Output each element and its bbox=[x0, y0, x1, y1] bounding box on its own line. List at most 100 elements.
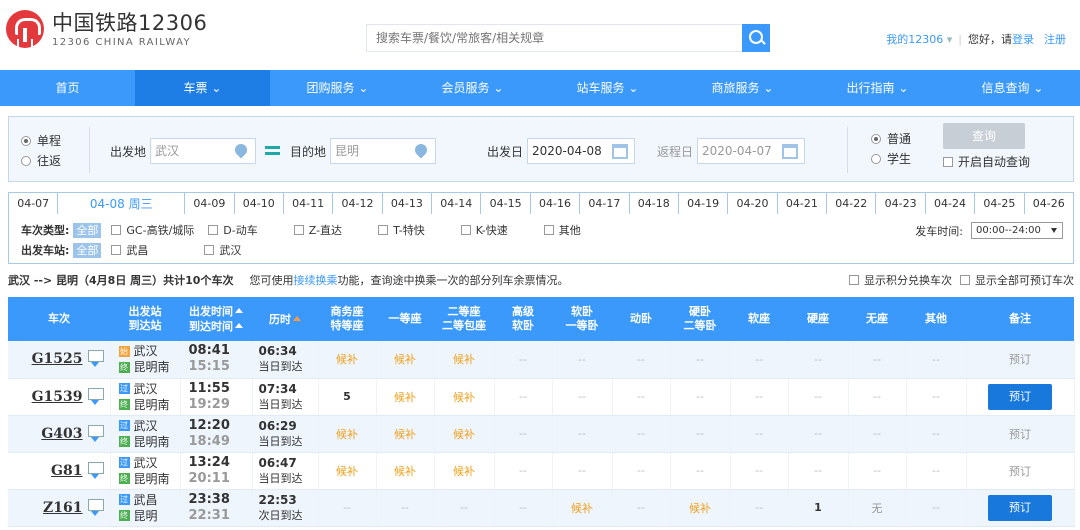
filter-all[interactable]: 全部 bbox=[73, 242, 102, 258]
filter-option[interactable]: D-动车 bbox=[208, 222, 258, 238]
date-tab[interactable]: 04-20 bbox=[728, 193, 778, 215]
seat-cell[interactable]: 候补 bbox=[670, 489, 731, 527]
seat-cell[interactable]: 候补 bbox=[376, 415, 435, 453]
sort-up-icon[interactable] bbox=[235, 319, 243, 328]
filter-option[interactable]: 武汉 bbox=[204, 242, 241, 258]
train-number-link[interactable]: G403 bbox=[41, 426, 82, 442]
train-info-icon[interactable] bbox=[87, 424, 104, 443]
depart-date-input[interactable]: 2020-04-08 bbox=[527, 138, 636, 164]
date-tab[interactable]: 04-11 bbox=[283, 193, 334, 215]
filter-option[interactable]: K-快速 bbox=[460, 222, 508, 238]
date-tab[interactable]: 04-25 bbox=[975, 193, 1025, 215]
filter-option[interactable]: GC-高铁/城际 bbox=[111, 222, 194, 238]
radio-icon[interactable] bbox=[871, 134, 881, 144]
time-select[interactable]: 00:00--24:00 bbox=[971, 222, 1063, 239]
nav-tickets[interactable]: 车票 ⌄ bbox=[135, 70, 270, 106]
seat-cell[interactable]: 候补 bbox=[376, 452, 435, 490]
date-tab[interactable]: 04-23 bbox=[876, 193, 926, 215]
swap-icon[interactable] bbox=[264, 144, 282, 158]
filter-all[interactable]: 全部 bbox=[73, 222, 102, 238]
train-type-filter: 车次类型: 全部 GC-高铁/城际 D-动车 Z-直达 T-特快 K-快速 其他 bbox=[21, 222, 581, 238]
seat-cell[interactable]: 候补 bbox=[434, 415, 495, 453]
search-input[interactable] bbox=[367, 25, 741, 51]
show-bookable-option[interactable]: 显示全部可预订车次 bbox=[960, 272, 1074, 288]
col-time[interactable]: 出发时间 到达时间 bbox=[180, 297, 252, 341]
radio-icon[interactable] bbox=[21, 156, 31, 166]
train-info-icon[interactable] bbox=[87, 498, 104, 517]
nav-group[interactable]: 团购服务 ⌄ bbox=[270, 70, 405, 106]
nav-home[interactable]: 首页 bbox=[0, 70, 135, 106]
note-cell: 预订 bbox=[966, 341, 1075, 379]
radio-icon[interactable] bbox=[871, 154, 881, 164]
transfer-link[interactable]: 接续换乘 bbox=[293, 272, 337, 288]
trip-oneway[interactable]: 单程 bbox=[21, 131, 61, 151]
login-link[interactable]: 登录 bbox=[1012, 33, 1034, 46]
date-tab[interactable]: 04-15 bbox=[481, 193, 531, 215]
seat-cell[interactable]: 候补 bbox=[318, 341, 377, 379]
seat-cell: -- bbox=[848, 341, 907, 379]
logo[interactable]: 中国铁路12306 12306 CHINA RAILWAY bbox=[6, 10, 207, 48]
nav-station[interactable]: 站车服务 ⌄ bbox=[540, 70, 675, 106]
train-number-link[interactable]: Z161 bbox=[43, 500, 82, 516]
filter-option[interactable]: 武昌 bbox=[111, 242, 148, 258]
my12306-link[interactable]: 我的12306 bbox=[886, 33, 943, 46]
filter-option[interactable]: T-特快 bbox=[378, 222, 425, 238]
train-info-icon[interactable] bbox=[87, 461, 104, 480]
seat-cell[interactable]: 候补 bbox=[434, 452, 495, 490]
seat-cell[interactable]: 候补 bbox=[376, 341, 435, 379]
seat-cell: -- bbox=[552, 341, 613, 379]
filter-option[interactable]: Z-直达 bbox=[293, 222, 342, 238]
to-input[interactable]: 昆明 bbox=[330, 138, 437, 164]
book-button[interactable]: 预订 bbox=[988, 494, 1052, 521]
calendar-icon[interactable] bbox=[612, 144, 629, 159]
date-tab[interactable]: 04-17 bbox=[580, 193, 630, 215]
seat-cell[interactable]: 候补 bbox=[434, 378, 495, 416]
search-icon[interactable] bbox=[742, 24, 770, 52]
train-number-link[interactable]: G81 bbox=[51, 463, 82, 479]
nav-info[interactable]: 信息查询 ⌄ bbox=[945, 70, 1080, 106]
trip-round[interactable]: 往返 bbox=[21, 151, 61, 171]
sort-up-icon[interactable] bbox=[293, 312, 301, 321]
date-tab[interactable]: 04-16 bbox=[530, 193, 581, 215]
seat-cell[interactable]: 候补 bbox=[318, 415, 377, 453]
filter-option[interactable]: 其他 bbox=[543, 222, 581, 238]
date-tab[interactable]: 04-18 bbox=[629, 193, 679, 215]
nav-member[interactable]: 会员服务 ⌄ bbox=[405, 70, 540, 106]
calendar-icon[interactable] bbox=[782, 144, 799, 159]
seat-cell[interactable]: 候补 bbox=[434, 341, 495, 379]
date-tab[interactable]: 04-21 bbox=[777, 193, 828, 215]
date-tab[interactable]: 04-19 bbox=[678, 193, 729, 215]
date-tab[interactable]: 04-26 bbox=[1024, 193, 1074, 215]
type-student[interactable]: 学生 bbox=[871, 149, 911, 169]
nav-business[interactable]: 商旅服务 ⌄ bbox=[675, 70, 810, 106]
date-tab[interactable]: 04-13 bbox=[382, 193, 433, 215]
seat-cell[interactable]: 候补 bbox=[318, 452, 377, 490]
return-date-input[interactable]: 2020-04-07 bbox=[697, 138, 806, 164]
train-number-link[interactable]: G1525 bbox=[32, 351, 83, 367]
train-info-icon[interactable] bbox=[87, 350, 104, 368]
radio-icon[interactable] bbox=[21, 136, 31, 146]
date-tab[interactable]: 04-07 bbox=[9, 193, 59, 215]
auto-query-option[interactable]: 开启自动查询 bbox=[943, 153, 1030, 170]
from-input[interactable]: 武汉 bbox=[150, 138, 257, 164]
train-info-icon[interactable] bbox=[87, 387, 104, 406]
date-tab[interactable]: 04-22 bbox=[827, 193, 877, 215]
nav-guide[interactable]: 出行指南 ⌄ bbox=[810, 70, 945, 106]
date-tab[interactable]: 04-14 bbox=[432, 193, 482, 215]
book-button[interactable]: 预订 bbox=[988, 383, 1052, 410]
show-points-option[interactable]: 显示积分兑换车次 bbox=[849, 272, 952, 288]
date-tab[interactable]: 04-12 bbox=[333, 193, 383, 215]
seat-cell[interactable]: 候补 bbox=[376, 378, 435, 416]
date-tab[interactable]: 04-10 bbox=[234, 193, 284, 215]
register-link[interactable]: 注册 bbox=[1044, 33, 1066, 46]
date-tab-selected[interactable]: 04-08 周三 bbox=[58, 193, 186, 215]
date-tab[interactable]: 04-09 bbox=[185, 193, 235, 215]
query-button[interactable]: 查询 bbox=[943, 123, 1025, 149]
date-tab[interactable]: 04-24 bbox=[925, 193, 976, 215]
col-duration[interactable]: 历时 bbox=[252, 297, 318, 341]
sort-up-icon[interactable] bbox=[235, 304, 243, 313]
checkbox[interactable] bbox=[943, 156, 953, 167]
train-number-link[interactable]: G1539 bbox=[32, 389, 83, 405]
seat-cell[interactable]: 候补 bbox=[552, 489, 613, 527]
type-normal[interactable]: 普通 bbox=[871, 129, 911, 149]
